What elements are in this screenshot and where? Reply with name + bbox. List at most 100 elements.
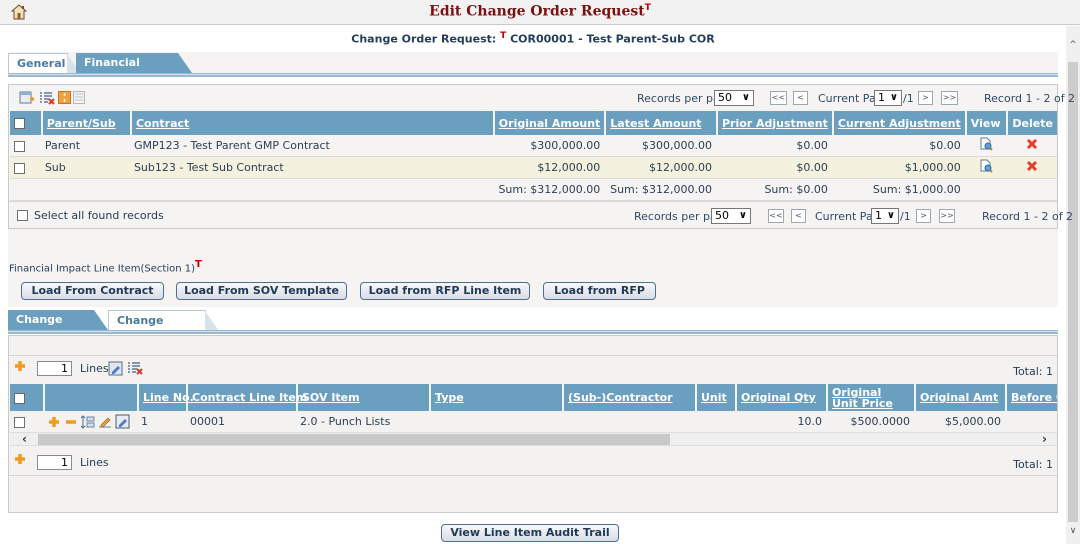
table-row[interactable]: Parent GMP123 - Test Parent GMP Contract…: [10, 135, 1057, 157]
table-header-row: Parent/Sub Contract Original Amount Late…: [10, 111, 1057, 135]
lines-count-input[interactable]: 1: [37, 361, 72, 376]
col-sov-item[interactable]: SOV Item: [296, 384, 429, 411]
cell-original-qty: 10.0: [735, 411, 826, 432]
cell-prior-adjustment: $0.00: [715, 157, 832, 179]
load-from-contract-button[interactable]: Load From Contract: [21, 282, 164, 300]
list-view-icon[interactable]: [73, 91, 85, 104]
load-from-rfp-line-item-button[interactable]: Load from RFP Line Item: [360, 282, 530, 300]
row-checkbox[interactable]: [14, 416, 25, 428]
scrollbar-thumb[interactable]: [1068, 62, 1078, 522]
col-prior-adjustment[interactable]: Prior Adjustment: [715, 111, 832, 135]
prev-page-button[interactable]: <: [793, 91, 808, 105]
view-icon[interactable]: [979, 137, 993, 151]
cell-current-adjustment: $1,000.00: [831, 157, 965, 179]
col-original-unit-price[interactable]: Original Unit Price: [826, 384, 914, 411]
col-original-amt[interactable]: Original Amt: [914, 384, 1005, 411]
table-row[interactable]: 1 00001 2.0 - Punch Lists 10.0 $500.0000…: [10, 411, 1057, 432]
lines-count-input[interactable]: 1: [37, 455, 72, 470]
col-original-amount[interactable]: Original Amount: [492, 111, 605, 135]
line-item-section-label: Financial Impact Line Item(Section 1)T: [9, 259, 202, 274]
row-checkbox[interactable]: [14, 162, 25, 174]
tab-general[interactable]: General: [8, 53, 81, 74]
select-all-header: [10, 384, 43, 411]
cell-unit: [695, 411, 735, 432]
header-checkbox[interactable]: [14, 118, 25, 129]
scroll-up-icon[interactable]: ^: [1066, 40, 1080, 50]
tab-change-sources[interactable]: Change Sources: [108, 310, 219, 346]
col-line-no[interactable]: Line No.: [137, 384, 194, 411]
edit-line-icon[interactable]: [98, 415, 112, 429]
row-checkbox[interactable]: [14, 140, 25, 152]
cell-contract: Sub123 - Test Sub Contract: [129, 157, 493, 179]
select-all-found-checkbox[interactable]: [17, 210, 28, 221]
add-line-icon[interactable]: [14, 453, 26, 465]
load-from-rfp-button[interactable]: Load from RFP: [543, 282, 656, 300]
line-items-footer: 1 Lines Total: 1: [9, 448, 1057, 476]
cell-original-amount: $300,000.00: [492, 135, 605, 157]
scroll-left-icon[interactable]: ‹: [22, 432, 27, 446]
sum-row: Sum: $312,000.00 Sum: $312,000.00 Sum: $…: [10, 179, 1057, 201]
tab-divider: [8, 330, 1058, 334]
col-type[interactable]: Type: [429, 384, 562, 411]
move-line-icon[interactable]: [81, 415, 95, 429]
add-record-icon[interactable]: [19, 91, 35, 105]
tab-financial-impact[interactable]: Financial Impact: [76, 53, 192, 88]
view-line-item-audit-trail-button[interactable]: View Line Item Audit Trail: [441, 524, 619, 542]
contracts-table: Parent/Sub Contract Original Amount Late…: [10, 111, 1057, 201]
line-detail-icon[interactable]: [115, 414, 130, 429]
delete-icon[interactable]: [1026, 138, 1038, 150]
delete-lines-icon[interactable]: [127, 361, 143, 376]
scroll-right-icon[interactable]: ›: [1042, 432, 1047, 446]
next-page-button[interactable]: >: [916, 209, 931, 223]
col-original-qty[interactable]: Original Qty: [735, 384, 826, 411]
table-header-row: Line No. Contract Line Item SOV Item Typ…: [10, 384, 1057, 411]
cell-current-adjustment: $0.00: [831, 135, 965, 157]
records-per-page-select[interactable]: 50: [711, 208, 751, 224]
cell-original-amount: $12,000.00: [492, 157, 605, 179]
col-contractor[interactable]: (Sub-)Contractor: [562, 384, 695, 411]
insert-line-icon[interactable]: [48, 416, 60, 428]
remove-line-icon[interactable]: [65, 416, 77, 428]
scrollbar-thumb[interactable]: [38, 434, 670, 445]
current-page-select[interactable]: 1: [871, 208, 899, 224]
lines-label: Lines: [80, 362, 109, 375]
translation-marker[interactable]: T: [645, 3, 651, 13]
tab-change-items[interactable]: Change Items: [8, 310, 108, 345]
expand-all-icon[interactable]: [58, 91, 71, 104]
header-checkbox[interactable]: [14, 392, 25, 404]
col-unit[interactable]: Unit: [695, 384, 735, 411]
table-row[interactable]: Sub Sub123 - Test Sub Contract $12,000.0…: [10, 157, 1057, 179]
col-before-change-amt[interactable]: Before C Amt: [1005, 384, 1057, 411]
col-contract-line-item[interactable]: Contract Line Item: [186, 384, 307, 411]
sum-prior-adjustment: Sum: $0.00: [715, 179, 832, 201]
select-all-found-label: Select all found records: [34, 209, 164, 222]
page-title-text: Edit Change Order Request: [429, 3, 645, 20]
translation-marker[interactable]: T: [500, 31, 506, 41]
pager-bottom: Records per page 50 << < Current Page 1 …: [634, 208, 1073, 224]
last-page-button[interactable]: >>: [941, 91, 958, 105]
grid-footer: Select all found records Records per pag…: [9, 201, 1073, 229]
translation-marker[interactable]: T: [195, 259, 202, 270]
col-contract[interactable]: Contract: [129, 111, 493, 135]
horizontal-scrollbar[interactable]: ‹ ›: [10, 432, 1057, 446]
first-page-button[interactable]: <<: [770, 91, 787, 105]
view-icon[interactable]: [979, 159, 993, 173]
col-current-adjustment[interactable]: Current Adjustment: [831, 111, 965, 135]
scroll-down-icon[interactable]: ∨: [1066, 526, 1080, 536]
col-parent-sub[interactable]: Parent/Sub: [40, 111, 130, 135]
next-page-button[interactable]: >: [918, 91, 933, 105]
cell-line-no: 1: [137, 411, 186, 432]
last-page-button[interactable]: >>: [939, 209, 955, 223]
cell-before-change-amt: [1005, 411, 1057, 432]
records-per-page-select[interactable]: 50: [714, 90, 754, 106]
first-page-button[interactable]: <<: [768, 209, 784, 223]
current-page-select[interactable]: 1: [874, 90, 902, 106]
add-line-icon[interactable]: [14, 360, 26, 372]
delete-icon[interactable]: [1026, 160, 1038, 172]
col-latest-amount[interactable]: Latest Amount: [604, 111, 716, 135]
prev-page-button[interactable]: <: [791, 209, 806, 223]
delete-list-icon[interactable]: [39, 91, 55, 105]
edit-grid-icon[interactable]: [108, 361, 123, 376]
load-from-sov-template-button[interactable]: Load From SOV Template: [176, 282, 347, 300]
subtitle-label: Change Order Request:: [351, 32, 497, 46]
